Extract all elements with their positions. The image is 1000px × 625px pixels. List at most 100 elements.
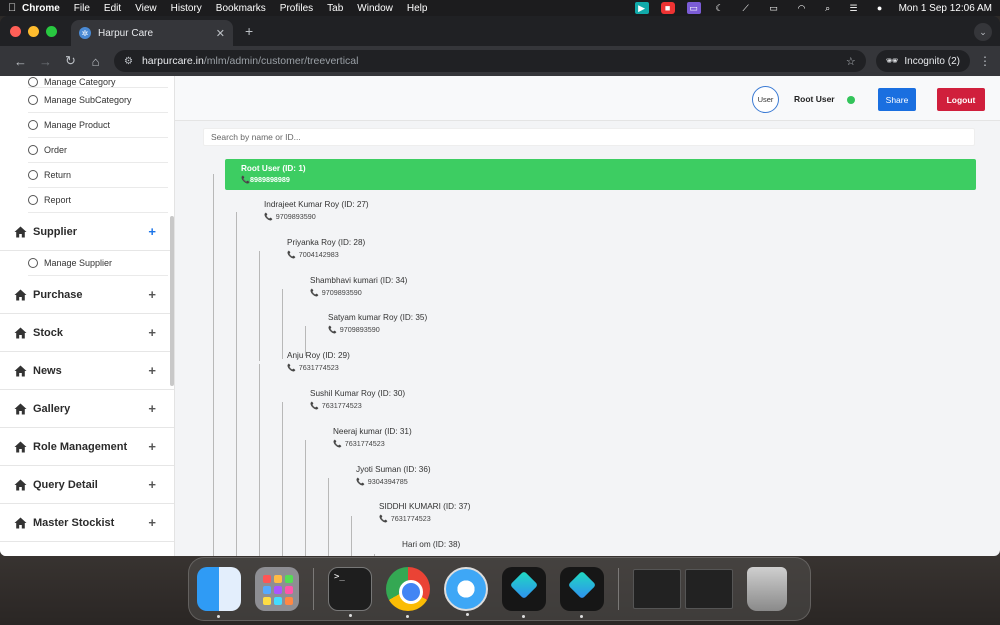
- menu-history[interactable]: History: [171, 3, 202, 14]
- expand-plus-icon[interactable]: +: [148, 325, 156, 340]
- expand-plus-icon[interactable]: +: [148, 477, 156, 492]
- close-window-button[interactable]: [10, 25, 21, 37]
- share-button[interactable]: Share: [878, 88, 916, 111]
- sidebar-section-label: Stock: [33, 326, 63, 339]
- home-icon[interactable]: ⌂: [83, 54, 108, 69]
- menu-file[interactable]: File: [74, 3, 90, 14]
- new-tab-icon[interactable]: +: [245, 23, 253, 39]
- node-phone: 📞 7004142983: [287, 250, 339, 259]
- avatar[interactable]: User: [752, 86, 779, 113]
- menubar-datetime[interactable]: Mon 1 Sep 12:06 AM: [899, 3, 992, 14]
- sidebar-section-master-stockist[interactable]: Master Stockist +: [0, 504, 174, 542]
- node-name: Priyanka Roy (ID: 28): [287, 238, 366, 247]
- launchpad-icon[interactable]: [255, 567, 299, 611]
- siri-icon[interactable]: ●: [873, 2, 887, 14]
- zoom-window-button[interactable]: [46, 25, 57, 37]
- tree-node[interactable]: Anju Roy (ID: 29) 📞 7631774523: [287, 349, 350, 373]
- menu-tab[interactable]: Tab: [327, 3, 343, 14]
- bookmark-star-icon[interactable]: ☆: [846, 55, 856, 68]
- tree-node[interactable]: SIDDHI KUMARI (ID: 37) 📞 7631774523: [379, 500, 470, 524]
- logout-button[interactable]: Logout: [937, 88, 985, 111]
- expand-plus-icon[interactable]: +: [148, 363, 156, 378]
- expand-plus-icon[interactable]: +: [148, 401, 156, 416]
- kotlin-app-icon[interactable]: [560, 567, 604, 618]
- forward-arrow-icon[interactable]: →: [33, 54, 58, 69]
- wifi-icon[interactable]: ◠: [795, 2, 809, 14]
- menu-profiles[interactable]: Profiles: [280, 3, 313, 14]
- apple-icon[interactable]: : [8, 2, 22, 14]
- tree-node[interactable]: Jyoti Suman (ID: 36) 📞 9304394785: [356, 463, 431, 487]
- battery-icon[interactable]: ▭: [765, 2, 783, 14]
- trash-icon[interactable]: [747, 567, 787, 611]
- mute-icon[interactable]: ⟋: [739, 2, 753, 14]
- record-stop-icon[interactable]: ■: [660, 2, 675, 14]
- sidebar-scrollbar[interactable]: [170, 216, 174, 386]
- expand-plus-icon[interactable]: +: [148, 439, 156, 454]
- sidebar-section-role-management[interactable]: Role Management +: [0, 428, 174, 466]
- tree-node[interactable]: Satyam kumar Roy (ID: 35) 📞 9709893590: [328, 311, 427, 335]
- sidebar-item-manage-product[interactable]: Manage Product: [28, 113, 168, 138]
- sidebar-section-query-detail[interactable]: Query Detail +: [0, 466, 174, 504]
- control-center-icon[interactable]: ☰: [847, 2, 861, 14]
- sidebar-item-order[interactable]: Order: [28, 138, 168, 163]
- node-phone: 📞 7631774523: [310, 401, 362, 410]
- tree-root-node[interactable]: Root User (ID: 1) 📞8989898989: [225, 159, 976, 190]
- sidebar-section-gallery[interactable]: Gallery +: [0, 390, 174, 428]
- reload-icon[interactable]: ↻: [58, 53, 83, 69]
- chrome-menu-icon[interactable]: ⋮: [978, 54, 992, 68]
- menu-edit[interactable]: Edit: [104, 3, 121, 14]
- close-tab-icon[interactable]: ✕: [216, 27, 225, 40]
- incognito-indicator[interactable]: 🕶 Incognito (2): [875, 50, 970, 72]
- expand-plus-icon[interactable]: +: [148, 287, 156, 302]
- sidebar-section-supplier[interactable]: Supplier +: [0, 213, 174, 251]
- sidebar-section-stock[interactable]: Stock +: [0, 314, 174, 352]
- minimize-window-button[interactable]: [28, 25, 39, 37]
- menu-app-name[interactable]: Chrome: [22, 3, 60, 14]
- menu-help[interactable]: Help: [407, 3, 428, 14]
- phone-icon: 📞: [328, 327, 337, 334]
- running-indicator: [406, 615, 409, 618]
- tree-node[interactable]: Priyanka Roy (ID: 28) 📞 7004142983: [287, 236, 365, 260]
- screen-mirror-icon[interactable]: ▭: [686, 2, 701, 14]
- sidebar-item-report[interactable]: Report: [28, 188, 168, 213]
- tree-node[interactable]: Shambhavi kumari (ID: 34) 📞 9709893590: [310, 274, 407, 298]
- kotlin-app-icon[interactable]: [502, 567, 546, 618]
- sidebar-item-label: Order: [44, 145, 68, 155]
- tree-node[interactable]: Neeraj kumar (ID: 31) 📞 7631774523: [333, 425, 412, 449]
- sidebar-section-news[interactable]: News +: [0, 352, 174, 390]
- sidebar-item-return[interactable]: Return: [28, 163, 168, 188]
- menu-bookmarks[interactable]: Bookmarks: [216, 3, 266, 14]
- sidebar-item-label: Manage Product: [44, 120, 111, 130]
- tree-connector-line: [305, 440, 306, 556]
- browser-tab-active[interactable]: ✲ Harpur Care ✕: [71, 20, 233, 46]
- phone-icon: 📞: [333, 441, 342, 448]
- menu-window[interactable]: Window: [357, 3, 393, 14]
- spotlight-search-icon[interactable]: ⌕: [821, 2, 835, 14]
- moon-icon[interactable]: ☾: [713, 2, 727, 14]
- safari-icon[interactable]: [444, 567, 488, 616]
- terminal-icon[interactable]: >_: [328, 567, 372, 617]
- tree-search-input[interactable]: [203, 128, 975, 146]
- tree-node[interactable]: Hari om (ID: 38): [402, 538, 460, 551]
- tree-node[interactable]: Sushil Kumar Roy (ID: 30) 📞 7631774523: [310, 387, 405, 411]
- window-thumbnail[interactable]: [685, 569, 733, 609]
- expand-plus-icon[interactable]: +: [148, 515, 156, 530]
- chrome-icon[interactable]: [386, 567, 430, 618]
- kotlin-tray-icon[interactable]: ▶: [634, 2, 649, 14]
- sidebar-item-manage-supplier[interactable]: Manage Supplier: [28, 251, 168, 276]
- menu-view[interactable]: View: [135, 3, 157, 14]
- expand-plus-icon[interactable]: +: [148, 224, 156, 239]
- back-arrow-icon[interactable]: ←: [8, 54, 33, 69]
- tab-search-chevron-icon[interactable]: ⌄: [974, 23, 992, 41]
- finder-icon[interactable]: [197, 567, 241, 618]
- sidebar-section-purchase[interactable]: Purchase +: [0, 276, 174, 314]
- address-bar[interactable]: ⚙ harpurcare.in /mlm/admin/customer/tree…: [114, 50, 866, 72]
- site-settings-icon[interactable]: ⚙: [124, 56, 133, 67]
- sidebar-item-manage-subcategory[interactable]: Manage SubCategory: [28, 88, 168, 113]
- window-thumbnail[interactable]: [633, 569, 681, 609]
- node-phone: 📞 7631774523: [333, 439, 385, 448]
- tree-connector-line: [374, 554, 375, 556]
- sidebar-item-manage-category[interactable]: Manage Category: [28, 76, 168, 88]
- minimized-windows[interactable]: [633, 569, 733, 609]
- tree-node[interactable]: Indrajeet Kumar Roy (ID: 27) 📞 9709893590: [264, 198, 369, 222]
